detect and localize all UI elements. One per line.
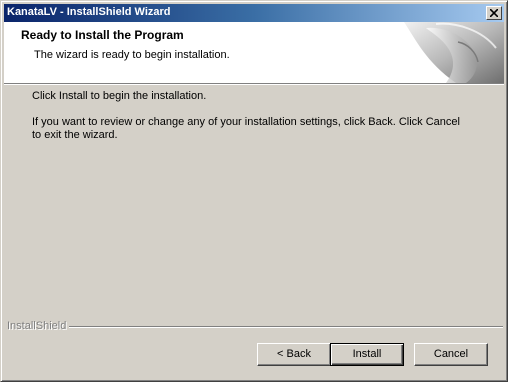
installer-window: KanataLV - InstallShield Wizard Ready to…	[0, 0, 508, 382]
cancel-button[interactable]: Cancel	[414, 343, 488, 366]
close-icon	[490, 9, 498, 17]
back-button[interactable]: < Back	[257, 343, 331, 366]
instruction-text: Click Install to begin the installation.	[32, 90, 207, 102]
close-button[interactable]	[486, 6, 502, 20]
page-title: Ready to Install the Program	[21, 28, 184, 42]
install-button[interactable]: Install	[330, 343, 404, 366]
review-text: If you want to review or change any of y…	[32, 116, 460, 141]
header-divider	[4, 83, 504, 85]
footer-divider	[69, 326, 503, 328]
page-subtitle: The wizard is ready to begin installatio…	[34, 49, 230, 61]
brand-row: InstallShield	[7, 320, 503, 332]
installshield-art	[396, 22, 504, 83]
window-title: KanataLV - InstallShield Wizard	[7, 6, 171, 18]
brand-label: InstallShield	[7, 320, 67, 332]
wizard-header: Ready to Install the Program The wizard …	[4, 22, 504, 83]
title-bar[interactable]: KanataLV - InstallShield Wizard	[4, 4, 504, 22]
